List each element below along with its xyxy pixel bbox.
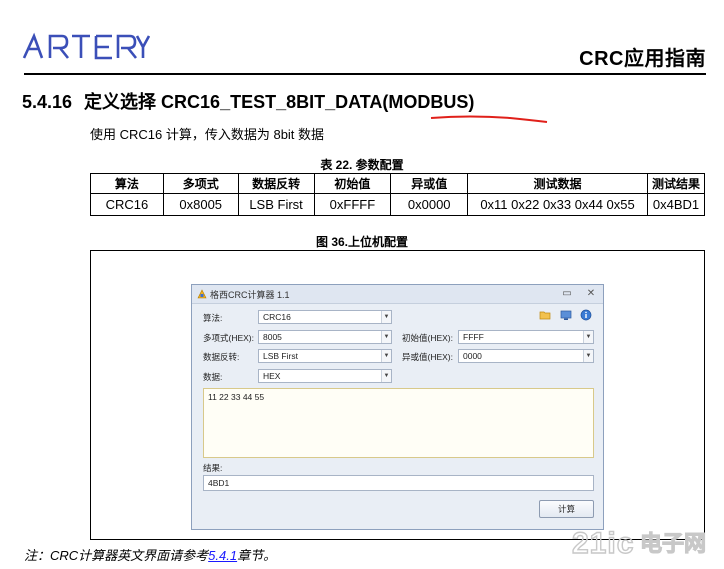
- artery-logo: [22, 32, 150, 60]
- crc-calculator-window: 格西CRC计算器 1.1 ▭ ✕ 算法: CRC16 ▼ 多项式(HEX): 8…: [191, 284, 604, 530]
- chevron-down-icon: ▼: [583, 350, 593, 362]
- svg-text:电子网: 电子网: [640, 532, 706, 557]
- info-icon[interactable]: [580, 309, 592, 321]
- document-title: CRC应用指南: [579, 48, 706, 70]
- header-test-data: 测试数据: [467, 173, 648, 194]
- algorithm-value: CRC16: [263, 312, 291, 322]
- header-test-result: 测试结果: [646, 173, 706, 194]
- section-title: 定义选择 CRC16_TEST_8BIT_DATA(MODBUS): [84, 92, 475, 112]
- section-number: 5.4.16: [22, 92, 73, 112]
- result-field[interactable]: 4BD1: [203, 475, 594, 491]
- cell-test-result: 0x4BD1: [646, 193, 706, 216]
- footnote-prefix: 注：CRC计算器英文界面请参考: [24, 548, 209, 563]
- data-format-value: HEX: [263, 371, 281, 381]
- footnote-suffix: 章节。: [237, 548, 277, 563]
- cell-algorithm: CRC16: [90, 193, 164, 216]
- init-value: FFFF: [463, 332, 484, 342]
- reverse-value: LSB First: [263, 351, 298, 361]
- red-underline-annotation: [430, 115, 548, 123]
- table-caption: 表 22. 参数配置: [320, 158, 404, 172]
- table-header-row: 算法 多项式 数据反转 初始值 异或值 测试数据 测试结果: [90, 173, 706, 194]
- header-algorithm: 算法: [90, 173, 164, 194]
- header-divider: [24, 73, 706, 75]
- init-select[interactable]: FFFF ▼: [458, 330, 594, 344]
- header-xor: 异或值: [390, 173, 469, 194]
- result-label: 结果:: [203, 463, 223, 473]
- table-row: CRC16 0x8005 LSB First 0xFFFF 0x0000 0x1…: [90, 193, 706, 216]
- footnote-link[interactable]: 5.4.1: [208, 548, 237, 563]
- poly-label: 多项式(HEX):: [203, 333, 255, 343]
- app-icon: [197, 289, 207, 299]
- minimize-icon[interactable]: ▭: [560, 287, 574, 301]
- footnote: 注：CRC计算器英文界面请参考5.4.1章节。: [24, 545, 276, 564]
- figure-caption: 图 36.上位机配置: [315, 235, 409, 249]
- chevron-down-icon: ▼: [381, 370, 391, 382]
- cell-test-data: 0x11 0x22 0x33 0x44 0x55: [467, 193, 648, 216]
- reverse-label: 数据反转:: [203, 352, 240, 362]
- chevron-down-icon: ▼: [583, 331, 593, 343]
- svg-text:21ic: 21ic: [572, 527, 634, 560]
- cell-polynomial: 0x8005: [162, 193, 239, 216]
- xor-value: 0000: [463, 351, 482, 361]
- header-polynomial: 多项式: [162, 173, 239, 194]
- cell-xor: 0x0000: [390, 193, 469, 216]
- section-heading: 5.4.16 定义选择 CRC16_TEST_8BIT_DATA(MODBUS): [22, 88, 474, 114]
- header-reverse: 数据反转: [237, 173, 315, 194]
- chevron-down-icon: ▼: [381, 311, 391, 323]
- algorithm-label: 算法:: [203, 313, 223, 323]
- window-titlebar: 格西CRC计算器 1.1 ▭ ✕: [192, 285, 603, 304]
- poly-select[interactable]: 8005 ▼: [258, 330, 392, 344]
- poly-value: 8005: [263, 332, 282, 342]
- header-init: 初始值: [313, 173, 392, 194]
- cell-reverse: LSB First: [237, 193, 315, 216]
- init-label: 初始值(HEX):: [402, 333, 454, 343]
- data-format-select[interactable]: HEX ▼: [258, 369, 392, 383]
- close-icon[interactable]: ✕: [584, 287, 598, 301]
- data-label: 数据:: [203, 372, 223, 382]
- chevron-down-icon: ▼: [381, 350, 391, 362]
- folder-icon[interactable]: [539, 309, 551, 321]
- data-textarea[interactable]: 11 22 33 44 55: [203, 388, 594, 458]
- cell-init: 0xFFFF: [313, 193, 392, 216]
- parameter-table: 算法 多项式 数据反转 初始值 异或值 测试数据 测试结果 CRC16 0x80…: [90, 173, 706, 216]
- algorithm-select[interactable]: CRC16 ▼: [258, 310, 392, 324]
- xor-select[interactable]: 0000 ▼: [458, 349, 594, 363]
- window-title: 格西CRC计算器 1.1: [210, 290, 290, 300]
- 21ic-watermark: 21ic 电子网: [571, 526, 706, 560]
- reverse-select[interactable]: LSB First ▼: [258, 349, 392, 363]
- chevron-down-icon: ▼: [381, 331, 391, 343]
- section-description: 使用 CRC16 计算，传入数据为 8bit 数据: [90, 127, 325, 142]
- xor-label: 异或值(HEX):: [402, 352, 454, 362]
- monitor-icon[interactable]: [560, 309, 572, 321]
